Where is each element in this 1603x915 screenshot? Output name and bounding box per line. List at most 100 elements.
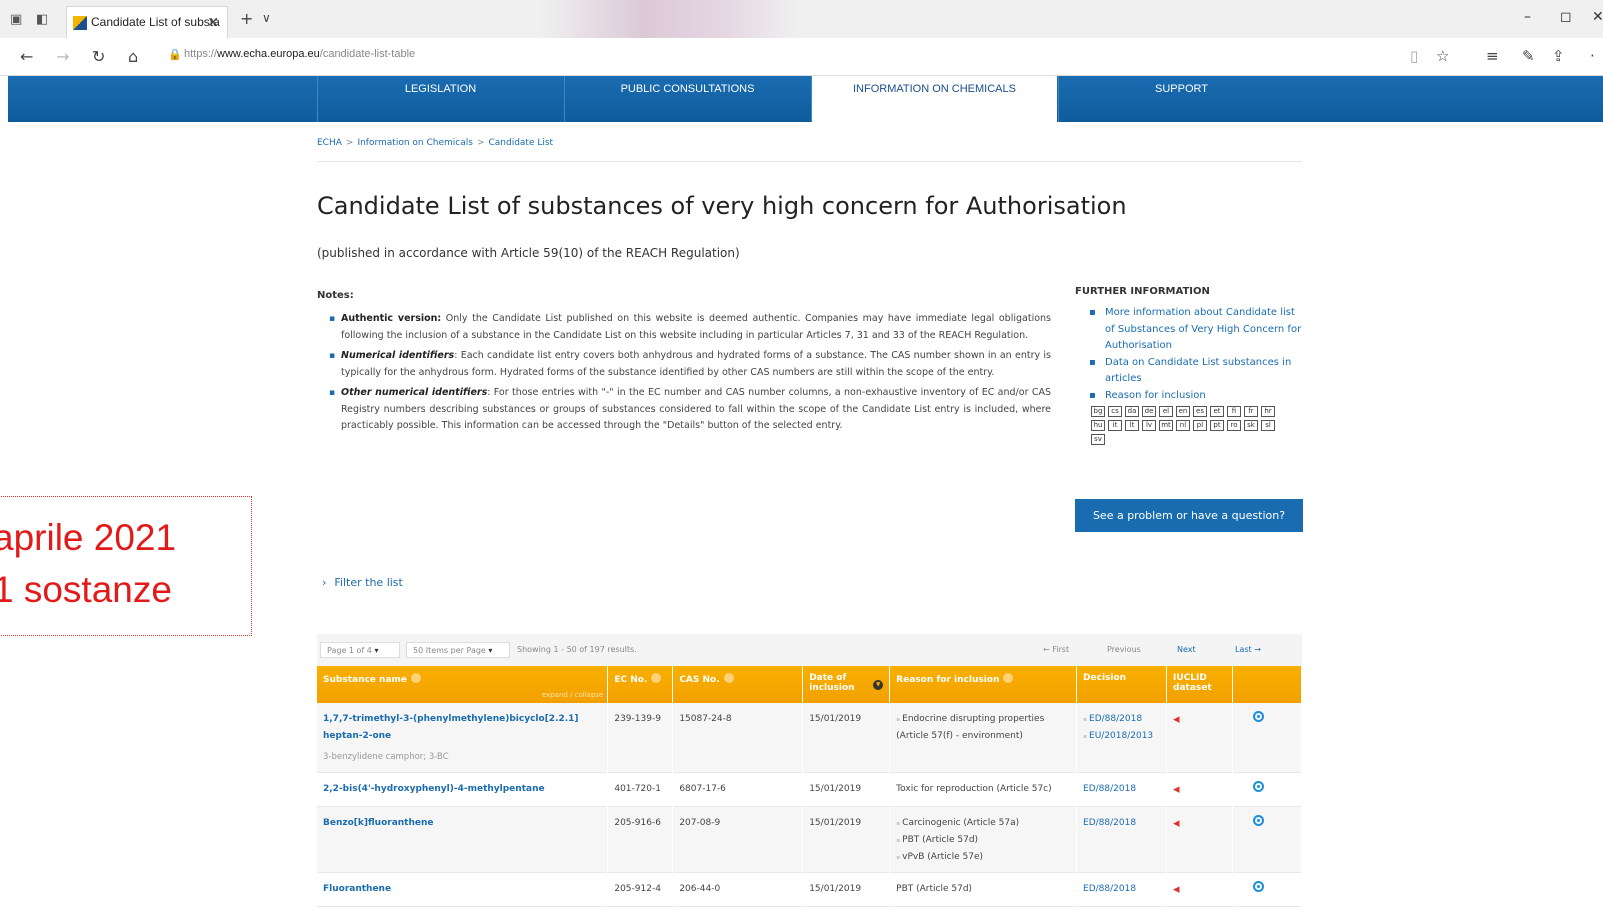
- url-field[interactable]: https://www.echa.europa.eu/candidate-lis…: [184, 48, 415, 60]
- language-link-pt[interactable]: pt: [1210, 420, 1224, 431]
- share-icon[interactable]: ⇪: [1552, 47, 1565, 65]
- nav-legislation[interactable]: LEGISLATION: [317, 76, 563, 122]
- language-link-fr[interactable]: fr: [1244, 406, 1258, 417]
- language-link-nl[interactable]: nl: [1176, 420, 1190, 431]
- iuclid-dataset-icon[interactable]: ◂: [1173, 712, 1180, 727]
- link-more-information[interactable]: More information about Candidate list of…: [1089, 305, 1305, 355]
- header-substance-name[interactable]: Substance name expand / collapse: [317, 666, 609, 703]
- annotation-line-1: aprile 2021: [0, 517, 177, 558]
- language-link-ro[interactable]: ro: [1227, 420, 1241, 431]
- close-tab-icon[interactable]: ✕: [207, 14, 219, 31]
- language-link-pl[interactable]: pl: [1193, 420, 1207, 431]
- language-link-en[interactable]: en: [1176, 406, 1190, 417]
- language-link-bg[interactable]: bg: [1091, 406, 1105, 417]
- filter-toggle[interactable]: › Filter the list: [322, 576, 403, 589]
- reading-view-icon[interactable]: ▯: [1410, 47, 1418, 65]
- next-page-link[interactable]: Next: [1177, 645, 1196, 654]
- header-date-of-inclusion[interactable]: Date of inclusion ▼: [802, 666, 891, 703]
- language-link-es[interactable]: es: [1193, 406, 1207, 417]
- cell-decision: ED/88/2018EU/2018/2013: [1076, 703, 1167, 773]
- more-icon[interactable]: ·: [1590, 47, 1595, 65]
- refresh-icon[interactable]: ↻: [92, 47, 105, 66]
- language-link-fi[interactable]: fi: [1227, 406, 1241, 417]
- back-icon[interactable]: ←: [20, 47, 33, 66]
- close-window-icon[interactable]: ✕: [1592, 9, 1603, 25]
- breadcrumb-echa[interactable]: ECHA: [317, 138, 342, 148]
- favorites-list-icon[interactable]: ≡: [1486, 47, 1499, 65]
- home-icon[interactable]: ⌂: [128, 47, 138, 66]
- decision-link[interactable]: ED/88/2018: [1083, 881, 1161, 898]
- cell-details: [1232, 703, 1303, 773]
- header-decision: Decision: [1076, 666, 1167, 703]
- language-link-sv[interactable]: sv: [1091, 434, 1105, 445]
- iuclid-dataset-icon[interactable]: ◂: [1173, 882, 1180, 897]
- notes-title: Notes:: [317, 290, 354, 301]
- first-page-link[interactable]: ← First: [1043, 645, 1069, 654]
- substance-name-link[interactable]: Fluoranthene: [323, 884, 391, 894]
- last-page-link[interactable]: Last →: [1235, 645, 1261, 654]
- language-link-el[interactable]: el: [1159, 406, 1173, 417]
- iuclid-dataset-icon[interactable]: ◂: [1173, 816, 1180, 831]
- lock-icon[interactable]: 🔒: [168, 48, 182, 61]
- iuclid-dataset-icon[interactable]: ◂: [1173, 782, 1180, 797]
- header-ec-no[interactable]: EC No.: [607, 666, 674, 703]
- language-link-it[interactable]: it: [1108, 420, 1122, 431]
- header-reason-for-inclusion[interactable]: Reason for inclusion: [889, 666, 1078, 703]
- decision-link[interactable]: EU/2018/2013: [1083, 728, 1161, 745]
- language-link-de[interactable]: de: [1142, 406, 1156, 417]
- reason-text: Toxic for reproduction (Article 57c): [896, 784, 1052, 794]
- nav-support[interactable]: SUPPORT: [1058, 76, 1304, 122]
- page-subtitle: (published in accordance with Article 59…: [317, 246, 740, 260]
- chevron-down-icon: ▾: [374, 646, 379, 655]
- cell-substance: Fluoranthene: [317, 872, 609, 907]
- note-numerical: Numerical identifiers: Each candidate li…: [329, 348, 1051, 381]
- forward-icon[interactable]: →: [56, 47, 69, 66]
- details-eye-icon[interactable]: [1252, 711, 1264, 722]
- new-tab-icon[interactable]: +: [240, 9, 253, 28]
- breadcrumb-information[interactable]: Information on Chemicals: [357, 138, 472, 148]
- substance-name-link[interactable]: 1,7,7-trimethyl-3-(phenylmethylene)bicyc…: [323, 714, 579, 741]
- language-link-lt[interactable]: lt: [1125, 420, 1139, 431]
- divider: [317, 161, 1302, 162]
- nav-information-on-chemicals[interactable]: INFORMATION ON CHEMICALS: [811, 76, 1057, 122]
- details-eye-icon[interactable]: [1252, 781, 1264, 792]
- items-per-page-select[interactable]: 50 Items per Page ▾: [406, 642, 510, 658]
- details-eye-icon[interactable]: [1252, 815, 1264, 826]
- restore-icon[interactable]: ◻: [1560, 9, 1572, 25]
- nav-public-consultations[interactable]: PUBLIC CONSULTATIONS: [564, 76, 810, 122]
- language-link-sl[interactable]: sl: [1261, 420, 1275, 431]
- see-problem-button[interactable]: See a problem or have a question?: [1075, 499, 1303, 532]
- decision-link[interactable]: ED/88/2018: [1083, 711, 1161, 728]
- decision-link[interactable]: ED/88/2018: [1083, 815, 1161, 832]
- language-link-lv[interactable]: lv: [1142, 420, 1156, 431]
- tab-aside-icon[interactable]: ◧: [36, 12, 48, 27]
- language-link-cs[interactable]: cs: [1108, 406, 1122, 417]
- breadcrumb-candidate-list[interactable]: Candidate List: [488, 138, 553, 148]
- substance-name-link[interactable]: Benzo[k]fluoranthene: [323, 818, 434, 828]
- browser-tab[interactable]: Candidate List of substa ✕: [66, 6, 228, 38]
- substance-name-link[interactable]: 2,2-bis(4'-hydroxyphenyl)-4-methylpentan…: [323, 784, 545, 794]
- language-link-hr[interactable]: hr: [1261, 406, 1275, 417]
- language-links: bg cs da de el en es et fi fr hr hu it lt lv mt nl pl pt ro…: [1091, 406, 1291, 445]
- details-eye-icon[interactable]: [1252, 881, 1264, 892]
- header-cas-no[interactable]: CAS No.: [672, 666, 804, 703]
- tab-actions-icon[interactable]: ▣: [10, 12, 22, 27]
- link-data-articles[interactable]: Data on Candidate List substances in art…: [1089, 355, 1305, 388]
- language-link-sk[interactable]: sk: [1244, 420, 1258, 431]
- minimize-icon[interactable]: –: [1524, 9, 1531, 25]
- language-link-et[interactable]: et: [1210, 406, 1224, 417]
- link-reason-for-inclusion[interactable]: Reason for inclusion: [1089, 388, 1305, 405]
- favorite-star-icon[interactable]: ☆: [1436, 47, 1449, 65]
- pen-icon[interactable]: ✎: [1522, 47, 1535, 65]
- language-link-hu[interactable]: hu: [1091, 420, 1105, 431]
- chevron-down-icon[interactable]: ∨: [262, 11, 271, 25]
- language-link-mt[interactable]: mt: [1159, 420, 1173, 431]
- reason-text: PBT (Article 57d): [896, 832, 1071, 849]
- cell-date: 15/01/2019: [802, 872, 891, 907]
- page-select[interactable]: Page 1 of 4 ▾: [320, 642, 400, 658]
- language-link-da[interactable]: da: [1125, 406, 1139, 417]
- previous-page-link[interactable]: Previous: [1107, 645, 1141, 654]
- cell-cas: 207-08-9: [672, 806, 804, 873]
- decision-link[interactable]: ED/88/2018: [1083, 781, 1161, 798]
- expand-collapse-link[interactable]: expand / collapse: [542, 691, 603, 699]
